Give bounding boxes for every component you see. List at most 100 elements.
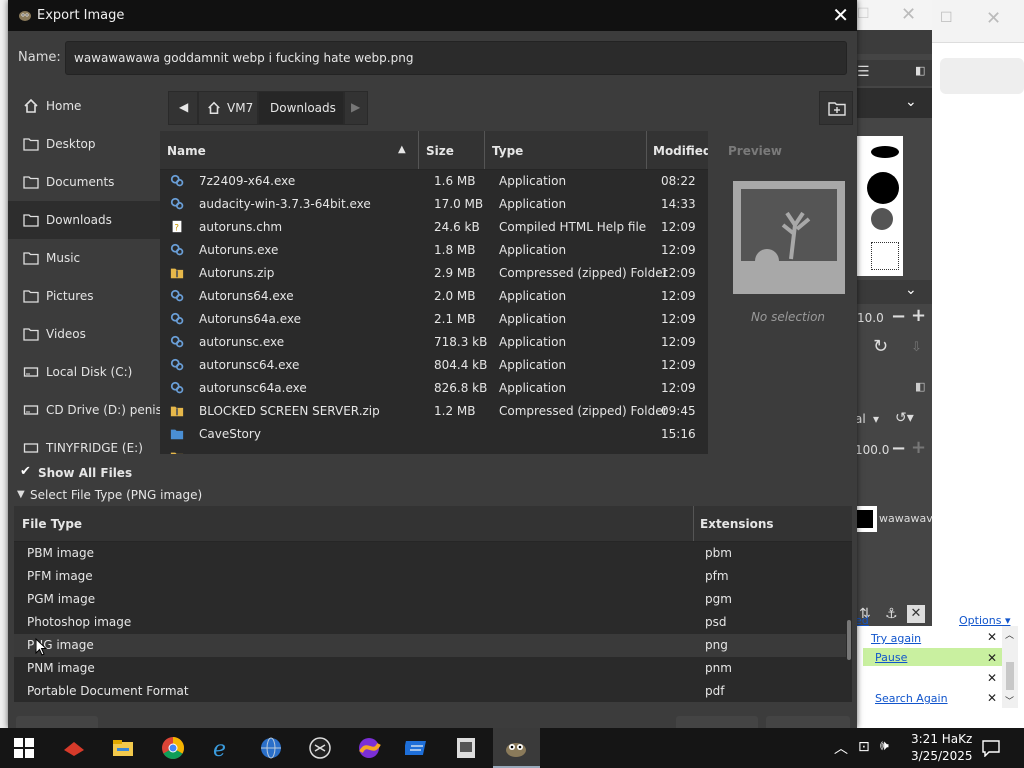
file-row[interactable]: ? autoruns.chm 24.6 kB Compiled HTML Help f… xyxy=(160,216,708,239)
internet-explorer-icon[interactable]: e xyxy=(210,736,234,760)
file-row[interactable]: 7z2409-x64.exe 1.6 MB Application 08:22 xyxy=(160,170,708,193)
place-desktop[interactable]: Desktop xyxy=(8,125,160,163)
app-icon[interactable] xyxy=(357,736,381,760)
file-type-row[interactable]: PBM image pbm xyxy=(14,542,846,565)
anchor-icon[interactable]: ⚓ xyxy=(885,606,898,622)
forward-button[interactable]: ▶ xyxy=(344,91,368,125)
place-tinyfridge[interactable]: TINYFRIDGE (E:) xyxy=(8,429,160,454)
file-type-row[interactable]: PFM image pfm xyxy=(14,565,846,588)
network-globe-icon[interactable] xyxy=(259,736,283,760)
increase-icon[interactable]: + xyxy=(911,437,926,458)
panel-menu-icon[interactable]: ◧ xyxy=(915,64,925,77)
close-icon[interactable]: ✕ xyxy=(987,691,997,705)
expander-down-icon[interactable]: ▼ xyxy=(17,489,25,500)
chrome-icon[interactable] xyxy=(161,736,185,760)
file-type-row[interactable]: PNM image pnm xyxy=(14,657,846,680)
brush-preview[interactable] xyxy=(871,208,893,230)
chevron-up-icon[interactable]: ︿ xyxy=(834,738,848,758)
create-folder-button[interactable] xyxy=(819,91,853,125)
opacity-value[interactable]: 100.0 xyxy=(855,443,889,457)
place-music[interactable]: Music xyxy=(8,239,160,277)
place-local-disk[interactable]: Local Disk (C:) xyxy=(8,353,160,391)
gimp-taskbar-button[interactable] xyxy=(493,728,540,768)
dropdown-icon[interactable]: ▾ xyxy=(873,412,879,426)
chevron-down-icon[interactable]: ⌄ xyxy=(905,282,917,298)
filename-input[interactable]: wawawawawa goddamnit webp i fucking hate… xyxy=(65,41,847,75)
close-icon[interactable]: ✕ xyxy=(832,3,849,27)
show-all-files-label[interactable]: Show All Files xyxy=(38,466,132,480)
place-pictures[interactable]: Pictures xyxy=(8,277,160,315)
app-icon[interactable] xyxy=(62,736,86,760)
select-file-type-expander[interactable]: Select File Type (PNG image) xyxy=(30,488,202,502)
scrollbar[interactable]: ︿ ﹀ xyxy=(1002,626,1018,708)
close-icon[interactable]: ✕ xyxy=(987,651,997,665)
list-icon[interactable]: ☰ xyxy=(857,64,870,80)
close-icon[interactable]: ✕ xyxy=(987,671,997,685)
place-downloads[interactable]: Downloads xyxy=(8,201,160,239)
breadcrumb-home-button[interactable]: VM7 xyxy=(198,91,258,125)
maximize-icon[interactable]: ☐ xyxy=(940,10,953,26)
pause-link[interactable]: Pause xyxy=(875,651,907,664)
breadcrumb-current-button[interactable]: Downloads xyxy=(258,91,344,125)
app-icon[interactable] xyxy=(454,736,478,760)
app-icon[interactable] xyxy=(405,736,429,760)
column-file-type[interactable]: File Type xyxy=(22,517,82,531)
brush-preview[interactable] xyxy=(871,146,899,158)
panel-menu-icon[interactable]: ◧ xyxy=(915,380,925,393)
file-type-row[interactable]: Photoshop image psd xyxy=(14,611,846,634)
scroll-up-icon[interactable]: ︿ xyxy=(1005,628,1014,641)
reset-icon[interactable]: ↺▾ xyxy=(895,410,914,426)
place-documents[interactable]: Documents xyxy=(8,163,160,201)
place-videos[interactable]: Videos xyxy=(8,315,160,353)
column-modified[interactable]: Modified xyxy=(653,144,708,158)
decrease-icon[interactable]: − xyxy=(891,438,906,459)
column-type[interactable]: Type xyxy=(492,144,523,158)
close-icon[interactable]: ✕ xyxy=(987,630,997,644)
app-icon[interactable] xyxy=(308,736,332,760)
chevron-down-icon[interactable]: ⌄ xyxy=(905,94,917,110)
search-again-link[interactable]: Search Again xyxy=(875,692,948,705)
file-type-row[interactable]: PGM image pgm xyxy=(14,588,846,611)
help-button[interactable] xyxy=(16,716,98,728)
export-button[interactable] xyxy=(676,716,758,728)
refresh-icon[interactable]: ↻ xyxy=(873,336,888,357)
layer-thumbnail[interactable] xyxy=(855,506,877,532)
scroll-thumb[interactable] xyxy=(1006,662,1014,690)
column-name[interactable]: Name xyxy=(167,144,206,158)
partial-link[interactable]: ed xyxy=(855,614,869,627)
network-icon[interactable]: ⊡ xyxy=(858,739,870,755)
file-type-row[interactable]: Portable Document Format pdf xyxy=(14,680,846,702)
scrollbar[interactable] xyxy=(846,542,852,702)
maximize-icon[interactable]: ☐ xyxy=(857,6,870,22)
place-home[interactable]: Home xyxy=(8,87,160,125)
close-icon[interactable]: ✕ xyxy=(901,4,916,25)
place-cd-drive[interactable]: CD Drive (D:) penis xyxy=(8,391,160,429)
back-button[interactable]: ◀ xyxy=(168,91,198,125)
layer-name[interactable]: wawawav xyxy=(879,512,933,525)
try-again-link[interactable]: Try again xyxy=(871,632,921,645)
column-size[interactable]: Size xyxy=(426,144,454,158)
file-row[interactable]: Autoruns.exe 1.8 MB Application 12:09 xyxy=(160,239,708,262)
file-row[interactable]: audacity-win-3.7.3-64bit.exe 17.0 MB Appli… xyxy=(160,193,708,216)
clock-date[interactable]: 3/25/2025 xyxy=(911,749,973,763)
file-explorer-icon[interactable] xyxy=(111,736,135,760)
delete-icon[interactable]: ✕ xyxy=(907,605,925,623)
show-all-files-checkbox[interactable]: ✔ xyxy=(20,464,34,480)
cancel-button[interactable] xyxy=(766,716,850,728)
file-row[interactable]: Autoruns64a.exe 2.1 MB Application 12:09 xyxy=(160,308,708,331)
file-row-partial[interactable] xyxy=(160,446,708,454)
increase-icon[interactable]: + xyxy=(911,305,926,326)
file-row[interactable]: CaveStory 15:16 xyxy=(160,423,708,446)
file-row[interactable]: autorunsc64a.exe 826.8 kB Application 12:09 xyxy=(160,377,708,400)
file-type-row[interactable]: PNG image png xyxy=(14,634,846,657)
file-row[interactable]: autorunsc.exe 718.3 kB Application 12:09 xyxy=(160,331,708,354)
export-icon[interactable]: ⇩ xyxy=(911,340,922,355)
close-icon[interactable]: ✕ xyxy=(986,8,1001,29)
sort-ascending-icon[interactable]: ▲ xyxy=(398,144,406,155)
decrease-icon[interactable]: − xyxy=(891,306,906,327)
brush-preview[interactable] xyxy=(867,172,899,204)
file-row[interactable]: Autoruns.zip 2.9 MB Compressed (zipped) Fo… xyxy=(160,262,708,285)
file-row[interactable]: Autoruns64.exe 2.0 MB Application 12:09 xyxy=(160,285,708,308)
scroll-thumb[interactable] xyxy=(847,620,851,660)
notification-icon[interactable] xyxy=(982,739,1000,757)
